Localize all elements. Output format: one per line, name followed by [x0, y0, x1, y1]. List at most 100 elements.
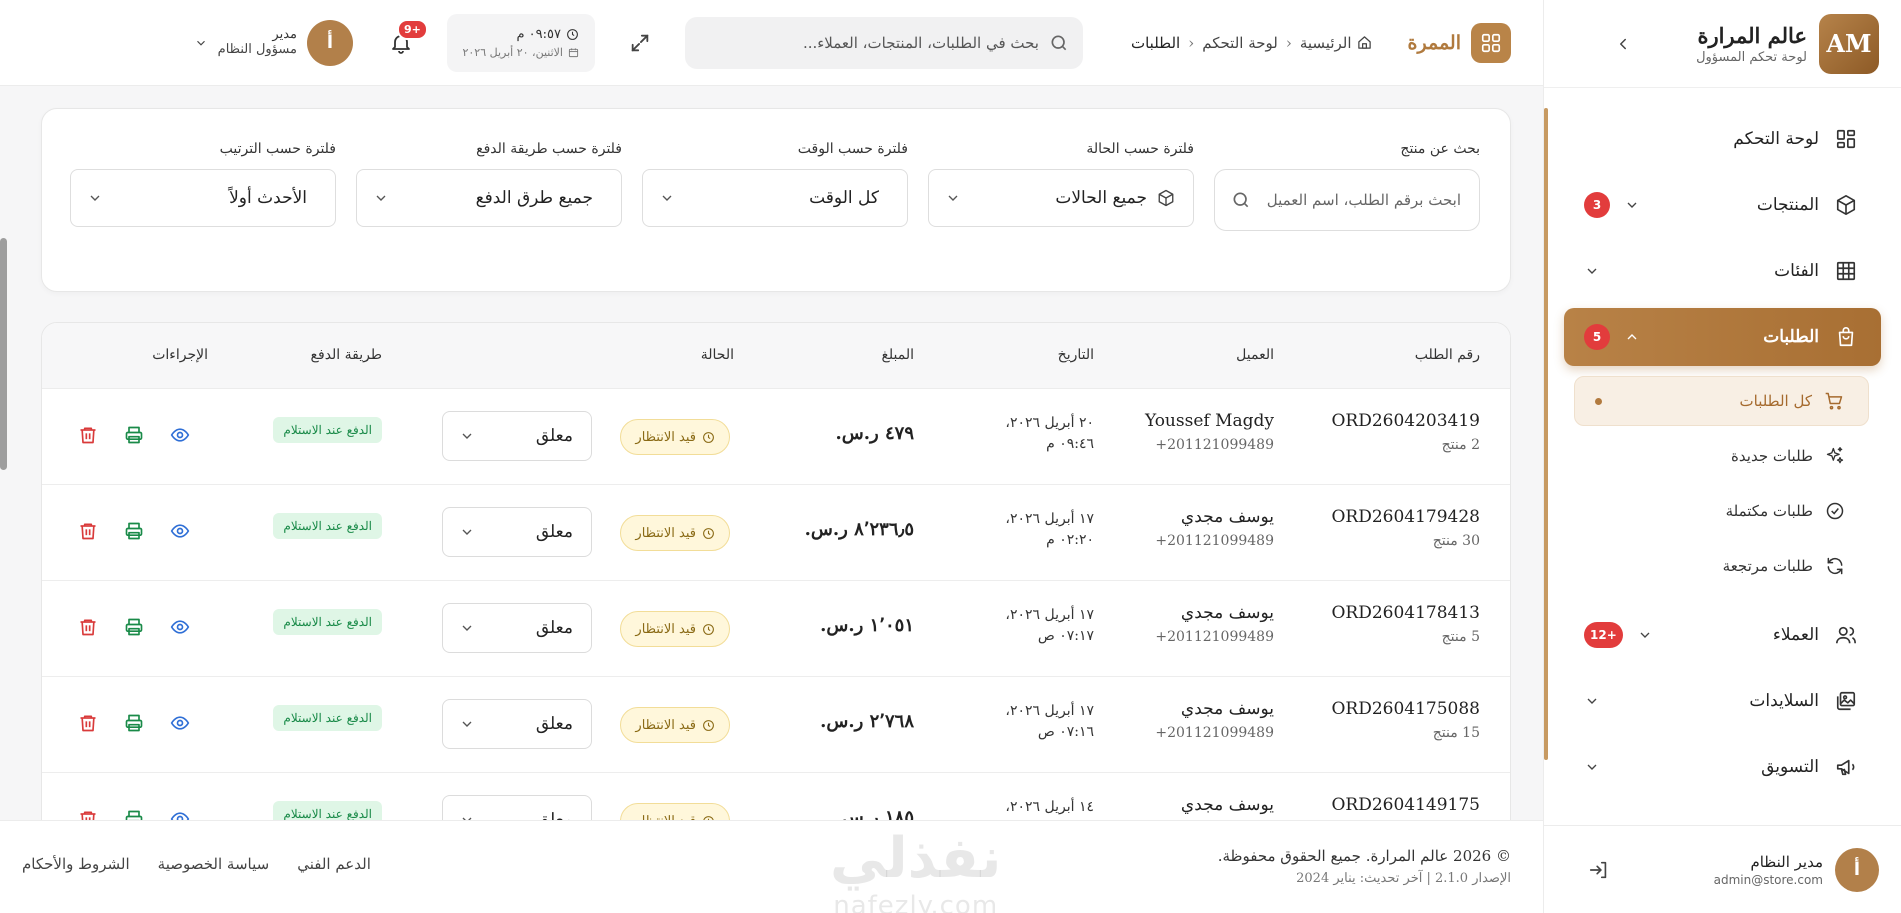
print-button[interactable]	[124, 713, 144, 733]
subnav-item-all-orders[interactable]: كل الطلبات	[1574, 376, 1869, 426]
footer-links: الشروط والأحكام سياسة الخصوصية الدعم الف…	[22, 855, 371, 873]
order-id[interactable]: ORD2604149175	[1331, 795, 1480, 815]
sidebar-item-categories[interactable]: الفئات	[1564, 242, 1881, 300]
nav-end	[1584, 263, 1600, 279]
subnav-item-new-orders[interactable]: طلبات جديدة	[1574, 431, 1869, 481]
sidebar-item-products[interactable]: المنتجات 3	[1564, 176, 1881, 234]
delete-button[interactable]	[78, 425, 98, 445]
view-button[interactable]	[170, 617, 190, 637]
status-badge: قيد الانتظار	[620, 803, 730, 820]
status-cell: قيد الانتظار	[620, 707, 730, 743]
column-header-order-id: رقم الطلب	[1414, 347, 1480, 363]
filter-label: فلترة حسب الترتيب	[219, 141, 336, 157]
footer-link-terms[interactable]: الشروط والأحكام	[22, 855, 130, 873]
brand-subtitle: لوحة تحكم المسؤول	[1696, 49, 1807, 65]
order-items-count: 15 منتج	[1432, 725, 1480, 741]
expand-icon	[629, 32, 651, 54]
sidebar-item-marketing[interactable]: التسويق	[1564, 738, 1881, 796]
topbar-brand[interactable]: الممرة	[1408, 22, 1511, 63]
view-button[interactable]	[170, 809, 190, 820]
status-select[interactable]: معلق	[442, 603, 592, 653]
order-id[interactable]: ORD2604203419	[1331, 411, 1480, 431]
eye-icon	[170, 617, 190, 637]
table-row[interactable]: ORD2604179428 30 منتج يوسف مجدي +2011210994…	[42, 485, 1510, 581]
print-button[interactable]	[124, 521, 144, 541]
table-row[interactable]: ORD2604149175 يوسف مجدي ١٤ أبريل ٢٠٢٦، ١٨٥ …	[42, 773, 1510, 820]
view-button[interactable]	[170, 713, 190, 733]
logout-button[interactable]	[1588, 859, 1610, 881]
sidebar-scrollbar[interactable]	[1544, 108, 1548, 760]
sidebar-footer: أ مدير النظام admin@store.com	[1544, 825, 1901, 913]
sidebar-user-name: مدير النظام	[1750, 852, 1823, 871]
select-value: معلق	[535, 810, 573, 820]
order-id[interactable]: ORD2604175088	[1331, 699, 1480, 719]
footer-link-support[interactable]: الدعم الفني	[297, 855, 371, 873]
footer-link-privacy[interactable]: سياسة الخصوصية	[158, 855, 270, 873]
status-select[interactable]: معلق	[442, 411, 592, 461]
sidebar-item-dashboard[interactable]: لوحة التحكم	[1564, 110, 1881, 168]
filter-payment: فلترة حسب طريقة الدفع جميع طرق الدفع	[356, 141, 622, 227]
subnav-item-returned-orders[interactable]: طلبات مرتجعة	[1574, 541, 1869, 591]
order-amount: ١٬٠٥١ ر.س.	[820, 615, 914, 636]
delete-button[interactable]	[78, 713, 98, 733]
brand-text: عالم المرارة لوحة تحكم المسؤول	[1696, 23, 1807, 65]
status-select[interactable]: معلق	[442, 699, 592, 749]
breadcrumb-dashboard[interactable]: لوحة التحكم	[1202, 34, 1278, 52]
global-search-input[interactable]	[704, 33, 1039, 52]
select-value: معلق	[535, 522, 573, 542]
chevron-down-icon[interactable]	[1624, 197, 1640, 213]
chevron-down-icon[interactable]	[1584, 263, 1600, 279]
chevron-up-icon[interactable]	[1624, 329, 1640, 345]
date-cell: ١٧ أبريل ٢٠٢٦، ٠٢:٢٠ م	[1005, 509, 1094, 551]
order-id[interactable]: ORD2604179428	[1331, 507, 1480, 527]
print-button[interactable]	[124, 617, 144, 637]
view-button[interactable]	[170, 521, 190, 541]
status-select-cell: معلق	[442, 603, 592, 653]
status-filter-select[interactable]: جميع الحالات	[928, 169, 1194, 227]
page-scrollbar[interactable]	[0, 238, 7, 470]
product-search-field[interactable]	[1214, 169, 1480, 231]
sidebar-collapse-button[interactable]	[1614, 35, 1632, 53]
chevron-down-icon[interactable]	[1637, 627, 1653, 643]
apps-grid-icon	[1471, 22, 1511, 63]
eye-icon	[170, 521, 190, 541]
delete-button[interactable]	[78, 809, 98, 820]
time-filter-select[interactable]: كل الوقت	[642, 169, 908, 227]
table-row[interactable]: ORD2604203419 2 منتج Youssef Magdy +2011210…	[42, 389, 1510, 485]
print-button[interactable]	[124, 809, 144, 820]
customer-cell: يوسف مجدي +201121099489	[1155, 507, 1274, 549]
breadcrumb-home[interactable]: الرئيسية	[1300, 34, 1372, 52]
table-row[interactable]: ORD2604175088 15 منتج يوسف مجدي +2011210994…	[42, 677, 1510, 773]
sidebar-item-customers[interactable]: العملاء +12	[1564, 606, 1881, 664]
sidebar-item-slides[interactable]: السلايدات	[1564, 672, 1881, 730]
order-items-count: 30 منتج	[1432, 533, 1480, 549]
status-select[interactable]: معلق	[442, 507, 592, 557]
product-search-input[interactable]	[1261, 191, 1461, 209]
view-button[interactable]	[170, 425, 190, 445]
order-id[interactable]: ORD2604178413	[1331, 603, 1480, 623]
notifications-button[interactable]: +9	[389, 18, 428, 55]
print-button[interactable]	[124, 425, 144, 445]
delete-button[interactable]	[78, 617, 98, 637]
fullscreen-button[interactable]	[629, 32, 651, 54]
sort-filter-select[interactable]: الأحدث أولاً	[70, 169, 336, 227]
global-search[interactable]	[684, 16, 1083, 69]
actions-cell	[78, 425, 190, 445]
table-row[interactable]: ORD2604178413 5 منتج يوسف مجدي +20112109948…	[42, 581, 1510, 677]
status-select[interactable]: معلق	[442, 795, 592, 820]
payment-filter-select[interactable]: جميع طرق الدفع	[356, 169, 622, 227]
select-value: كل الوقت	[809, 188, 879, 208]
user-menu[interactable]: أ مدير مسؤول النظام	[194, 19, 353, 66]
subnav-item-completed-orders[interactable]: طلبات مكتملة	[1574, 486, 1869, 536]
status-select-cell: معلق	[442, 507, 592, 557]
order-id-cell: ORD2604149175	[1331, 795, 1480, 820]
chevron-down-icon[interactable]	[1584, 759, 1600, 775]
footer-version: الإصدار 2.1.0 | آخر تحديث: يناير 2024	[1296, 871, 1511, 886]
clock-widget: ٠٩:٥٧ م الاثنين، ٢٠ أبريل ٢٠٢٦	[446, 13, 595, 72]
order-time: ٠٧:١٧ ص	[1037, 628, 1094, 644]
sidebar-item-orders[interactable]: الطلبات 5	[1564, 308, 1881, 366]
sidebar-user-info: مدير النظام admin@store.com	[1714, 853, 1823, 887]
delete-button[interactable]	[78, 521, 98, 541]
chevron-down-icon[interactable]	[1584, 693, 1600, 709]
status-cell: قيد الانتظار	[620, 803, 730, 820]
